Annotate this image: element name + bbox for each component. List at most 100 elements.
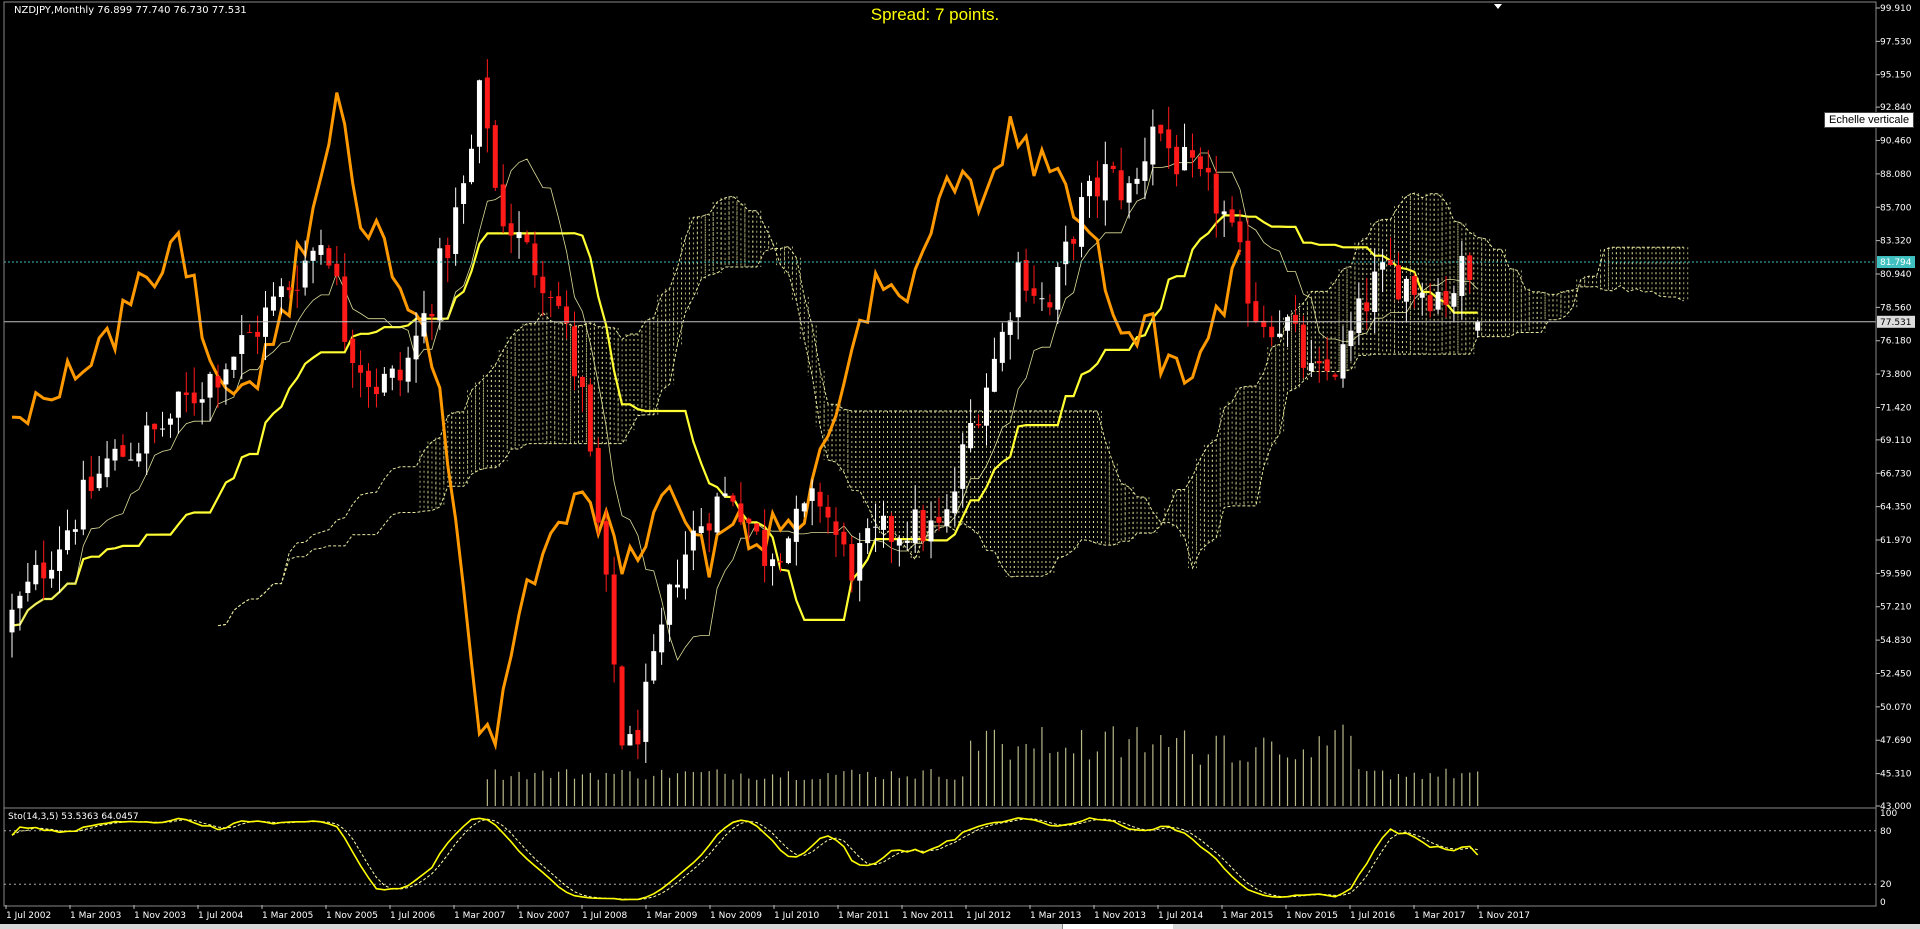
candle-body — [611, 574, 617, 665]
vertical-scale-tooltip: Echelle verticale — [1824, 112, 1915, 128]
candle-body — [255, 331, 261, 337]
candle-body — [199, 399, 205, 403]
candle-body — [270, 296, 276, 311]
candle-body — [817, 491, 823, 507]
candle-body — [841, 531, 847, 545]
candle-body — [1047, 302, 1053, 308]
candle-body — [167, 418, 173, 425]
candle-body — [540, 276, 546, 294]
candle-body — [326, 248, 332, 266]
candle-body — [556, 296, 562, 306]
candle-body — [1308, 363, 1314, 372]
level-price-tag-text: 81.794 — [1880, 258, 1912, 268]
candle-body — [904, 540, 910, 543]
time-axis-label: 1 Nov 2015 — [1286, 911, 1338, 921]
candle-body — [80, 479, 86, 530]
candle-body — [682, 554, 688, 589]
candle-body — [72, 529, 78, 532]
candle-body — [175, 391, 181, 418]
candle-body — [136, 453, 142, 462]
candle-body — [690, 530, 696, 551]
candle-body — [508, 223, 514, 236]
candle-body — [1269, 326, 1275, 338]
candle-body — [421, 313, 427, 337]
time-axis-label: 1 Mar 2015 — [1222, 911, 1273, 921]
candle-body — [1340, 344, 1346, 379]
price-axis-label: 90.460 — [1880, 137, 1912, 147]
candle-body — [1007, 320, 1013, 335]
candle-body — [643, 681, 649, 742]
candle-body — [25, 581, 31, 594]
candle-body — [1411, 275, 1417, 295]
candle-body — [976, 424, 982, 426]
candle-body — [1419, 292, 1425, 298]
candle-body — [231, 356, 237, 370]
candle-body — [627, 734, 633, 746]
scrollbar-thumb[interactable] — [1062, 924, 1173, 929]
candle-body — [1015, 262, 1021, 318]
price-axis-label: 95.150 — [1880, 71, 1912, 81]
time-axis-label: 1 Nov 2003 — [134, 911, 186, 921]
candle-body — [912, 509, 918, 544]
candle-body — [849, 544, 855, 581]
time-axis-label: 1 Jul 2006 — [390, 911, 435, 921]
candle-body — [1094, 177, 1100, 197]
spread-label: Spread: 7 points. — [870, 5, 1000, 24]
candle-body — [1063, 241, 1069, 265]
candle-body — [1356, 298, 1362, 334]
candle-body — [120, 445, 126, 457]
time-axis-label: 1 Mar 2011 — [838, 911, 889, 921]
candle-body — [453, 207, 459, 254]
candle-body — [104, 458, 110, 478]
candle-body — [17, 595, 23, 609]
price-axis-label: 97.530 — [1880, 37, 1912, 47]
candle-body — [476, 80, 482, 147]
candle-body — [1182, 146, 1188, 171]
candle-body — [286, 287, 292, 291]
candle-body — [88, 476, 94, 492]
candle-body — [9, 609, 15, 633]
candle-body — [991, 358, 997, 392]
candle-body — [1150, 126, 1156, 165]
candle-body — [160, 428, 166, 430]
candle-body — [983, 387, 989, 426]
time-axis-label: 1 Nov 2007 — [518, 911, 570, 921]
candle-body — [144, 425, 150, 454]
candle-body — [960, 444, 966, 489]
candle-body — [239, 335, 245, 354]
time-axis-label: 1 Mar 2013 — [1030, 911, 1081, 921]
price-axis-label: 50.070 — [1880, 703, 1912, 713]
candle-body — [1372, 271, 1378, 312]
candle-body — [1427, 295, 1433, 312]
stochastic-axis-label: 0 — [1880, 898, 1886, 908]
candle-body — [183, 392, 189, 396]
candle-body — [1300, 324, 1306, 368]
candle-body — [706, 523, 712, 531]
stochastic-axis-label: 80 — [1880, 827, 1892, 837]
price-axis-label: 80.940 — [1880, 270, 1912, 280]
candle-body — [310, 250, 316, 261]
horizontal-scrollbar[interactable] — [0, 924, 1920, 929]
time-axis-label: 1 Nov 2013 — [1094, 911, 1146, 921]
candle-body — [397, 369, 403, 381]
price-axis-label: 57.210 — [1880, 603, 1912, 613]
candle-body — [532, 243, 538, 276]
candle-body — [944, 509, 950, 527]
price-axis-label: 76.180 — [1880, 337, 1912, 347]
chart-window[interactable]: 99.910 97.530 95.150 92.840 90.460 88.080 85.7… — [0, 0, 1920, 929]
candle-body — [1435, 291, 1441, 310]
candle-body — [1443, 291, 1449, 305]
candle-body — [405, 357, 411, 382]
price-axis-label: 54.830 — [1880, 636, 1912, 646]
candle-body — [896, 538, 902, 546]
time-axis-label: 1 Mar 2003 — [70, 911, 121, 921]
candle-body — [1110, 165, 1116, 170]
candle-body — [1277, 333, 1283, 337]
price-chart-svg[interactable]: 99.91097.53095.15092.84090.46088.08085.7… — [0, 0, 1920, 929]
price-axis-label: 85.700 — [1880, 203, 1912, 213]
candle-body — [999, 331, 1005, 363]
candle-body — [968, 422, 974, 449]
candle-body — [1237, 221, 1243, 243]
stochastic-label: Sto(14,3,5) 53.5363 64.0457 — [8, 812, 139, 822]
candle-body — [1086, 180, 1092, 197]
